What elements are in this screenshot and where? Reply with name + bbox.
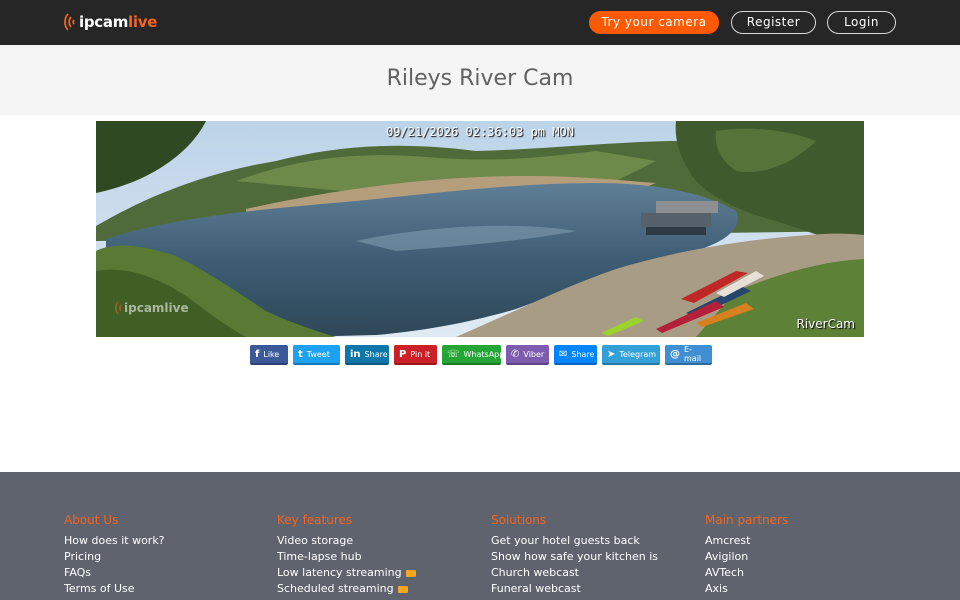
footer-heading: About Us xyxy=(64,513,119,527)
camera-frame-image xyxy=(96,121,864,337)
footer-link[interactable]: Axis xyxy=(705,581,905,597)
footer-link[interactable]: Terms of Use xyxy=(64,581,264,597)
share-label: Telegram xyxy=(619,349,657,359)
footer-link[interactable]: Pricing xyxy=(64,549,264,565)
pinterest-icon: P xyxy=(399,348,407,360)
footer-link[interactable]: Church webcast xyxy=(491,565,691,581)
ipcamlive-logo[interactable]: ipcamlive xyxy=(63,12,157,32)
new-badge-icon xyxy=(397,585,408,593)
register-button[interactable]: Register xyxy=(731,11,816,34)
logo-text-suffix: live xyxy=(128,13,158,31)
viber-share-button[interactable]: ✆ Viber xyxy=(506,345,549,365)
facebook-like-button[interactable]: f Like xyxy=(250,345,288,365)
telegram-share-button[interactable]: ➤ Telegram xyxy=(602,345,660,365)
footer-link[interactable]: AVTech xyxy=(705,565,905,581)
new-badge-icon xyxy=(405,569,416,577)
linkedin-icon: in xyxy=(350,348,361,360)
camera-watermark-text: ipcamlive xyxy=(124,301,189,315)
footer-link[interactable]: How does it work? xyxy=(64,533,264,549)
share-label: Viber xyxy=(523,349,545,359)
whatsapp-share-button[interactable]: ☏ WhatsApp xyxy=(442,345,504,365)
login-button[interactable]: Login xyxy=(827,11,896,34)
page-title: Rileys River Cam xyxy=(386,66,574,91)
footer-link[interactable]: Time-lapse hub xyxy=(277,549,477,565)
footer-link-text: Scheduled streaming xyxy=(277,582,394,595)
camera-timestamp: 09/21/2026 02:36:03 pm MON xyxy=(386,125,574,139)
whatsapp-icon: ☏ xyxy=(447,348,460,360)
footer-link-text: Low latency streaming xyxy=(277,566,402,579)
share-label: Share xyxy=(571,349,595,359)
footer-link[interactable]: Get your hotel guests back xyxy=(491,533,691,549)
share-label: Tweet xyxy=(306,349,330,359)
top-navbar: ipcamlive Try your camera Register Login xyxy=(0,0,960,45)
email-icon: @ xyxy=(670,348,680,360)
footer-column-about-us: About Us How does it work? Pricing FAQs … xyxy=(64,512,264,597)
footer-link[interactable]: FAQs xyxy=(64,565,264,581)
share-label: E-mail xyxy=(684,345,702,363)
footer-link[interactable]: Video storage xyxy=(277,533,477,549)
footer-link[interactable]: Amcrest xyxy=(705,533,905,549)
footer-link[interactable]: Avigilon xyxy=(705,549,905,565)
footer-heading: Key features xyxy=(277,513,353,527)
footer-link[interactable]: Funeral webcast xyxy=(491,581,691,597)
footer-column-solutions: Solutions Get your hotel guests back Sho… xyxy=(491,512,691,597)
linkedin-share-button[interactable]: in Share xyxy=(345,345,389,365)
share-label: Share xyxy=(364,349,388,359)
telegram-icon: ➤ xyxy=(607,348,616,360)
camera-video-player[interactable]: 09/21/2026 02:36:03 pm MON ipcamlive Riv… xyxy=(96,121,864,337)
footer-link[interactable]: Low latency streaming xyxy=(277,565,477,581)
signal-waves-icon xyxy=(64,13,75,31)
footer-link[interactable]: Scheduled streaming xyxy=(277,581,477,597)
footer-column-key-features: Key features Video storage Time-lapse hu… xyxy=(277,512,477,597)
share-label: Like xyxy=(263,349,280,359)
share-buttons: f Like t Tweet in Share P Pin it ☏ Whats… xyxy=(250,345,712,365)
facebook-icon: f xyxy=(255,348,260,360)
footer-column-main-partners: Main partners Amcrest Avigilon AVTech Ax… xyxy=(705,512,905,597)
messenger-icon: ✉ xyxy=(559,348,568,360)
twitter-tweet-button[interactable]: t Tweet xyxy=(293,345,340,365)
share-label: WhatsApp xyxy=(463,349,505,359)
pinterest-pin-button[interactable]: P Pin it xyxy=(394,345,437,365)
messenger-share-button[interactable]: ✉ Share xyxy=(554,345,597,365)
footer-link[interactable]: Show how safe your kitchen is xyxy=(491,549,691,565)
email-share-button[interactable]: @ E-mail xyxy=(665,345,712,365)
twitter-icon: t xyxy=(298,348,303,360)
footer-heading: Solutions xyxy=(491,513,547,527)
share-label: Pin it xyxy=(410,349,431,359)
footer-heading: Main partners xyxy=(705,513,789,527)
camera-name-label: RiverCam xyxy=(796,317,855,331)
camera-watermark: ipcamlive xyxy=(114,301,189,315)
logo-text: ipcamlive xyxy=(79,13,157,31)
logo-text-prefix: ipcam xyxy=(79,13,129,31)
try-your-camera-button[interactable]: Try your camera xyxy=(589,11,719,34)
watermark-signal-icon xyxy=(115,301,122,315)
viber-icon: ✆ xyxy=(511,348,520,360)
